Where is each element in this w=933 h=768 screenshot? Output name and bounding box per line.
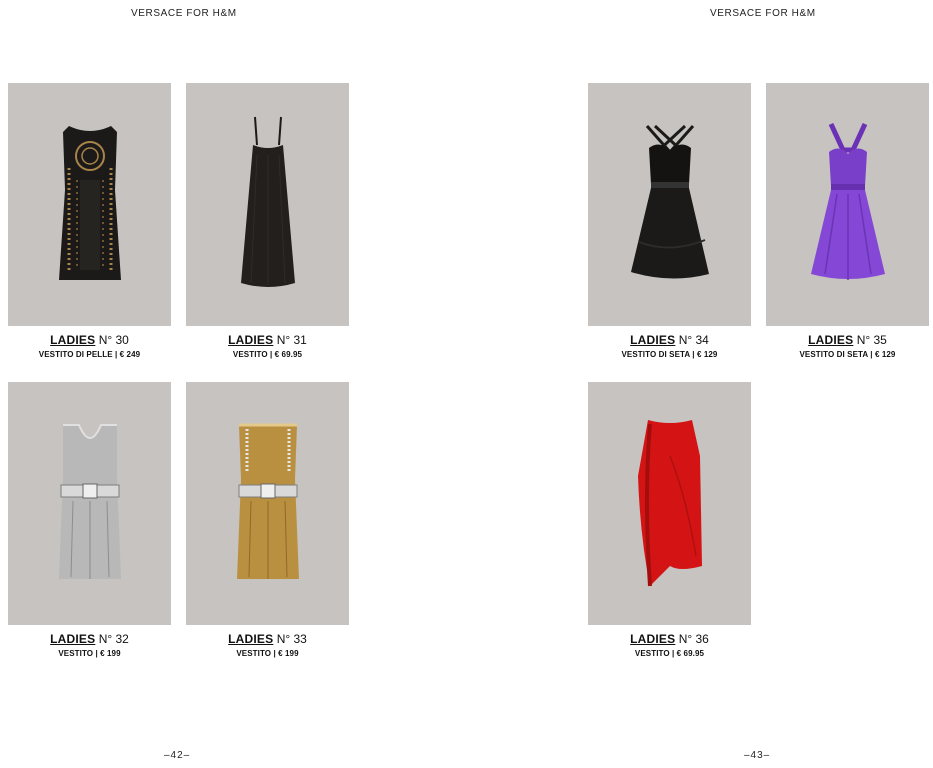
product-title: LADIES N° 30	[50, 333, 129, 347]
product-description: VESTITO DI PELLE | € 249	[38, 350, 141, 359]
product-card[interactable]: LADIES N° 35 VESTITO DI SETA | € 129	[766, 83, 929, 359]
product-description: VESTITO DI SETA | € 129	[621, 350, 718, 359]
page-number: –43–	[744, 750, 771, 761]
product-description: VESTITO | € 69.95	[634, 649, 705, 658]
product-photo-purple-silk-dress	[766, 83, 929, 326]
product-card[interactable]: LADIES N° 31 VESTITO | € 69.95	[186, 83, 349, 359]
product-photo-black-silk-dress	[588, 83, 751, 326]
product-card[interactable]: LADIES N° 36 VESTITO | € 69.95	[588, 382, 751, 658]
page-header: VERSACE FOR H&M	[131, 8, 237, 19]
product-title: LADIES N° 31	[228, 333, 307, 347]
product-photo-silver-chainmail-dress	[8, 382, 171, 625]
page-number: –42–	[164, 750, 191, 761]
product-card[interactable]: LADIES N° 34 VESTITO DI SETA | € 129	[588, 83, 751, 359]
product-title: LADIES N° 33	[228, 632, 307, 646]
left-page: VERSACE FOR H&M LADIES N° 30 VESTITO DI …	[0, 0, 466, 768]
product-title: LADIES N° 36	[630, 632, 709, 646]
right-page: VERSACE FOR H&M LADIES N° 34 VESTITO DI …	[466, 0, 932, 768]
product-description: VESTITO | € 199	[236, 649, 299, 658]
product-photo-red-draped-dress	[588, 382, 751, 625]
product-description: VESTITO | € 199	[58, 649, 121, 658]
product-card[interactable]: LADIES N° 33 VESTITO | € 199	[186, 382, 349, 658]
product-photo-leather-studded-dress	[8, 83, 171, 326]
product-description: VESTITO DI SETA | € 129	[799, 350, 896, 359]
product-photo-gold-chainmail-dress	[186, 382, 349, 625]
product-title: LADIES N° 32	[50, 632, 129, 646]
product-title: LADIES N° 35	[808, 333, 887, 347]
product-description: VESTITO | € 69.95	[232, 350, 303, 359]
product-card[interactable]: LADIES N° 30 VESTITO DI PELLE | € 249	[8, 83, 171, 359]
product-title: LADIES N° 34	[630, 333, 709, 347]
product-card[interactable]: LADIES N° 32 VESTITO | € 199	[8, 382, 171, 658]
page-header: VERSACE FOR H&M	[710, 8, 816, 19]
product-photo-black-slip-dress	[186, 83, 349, 326]
